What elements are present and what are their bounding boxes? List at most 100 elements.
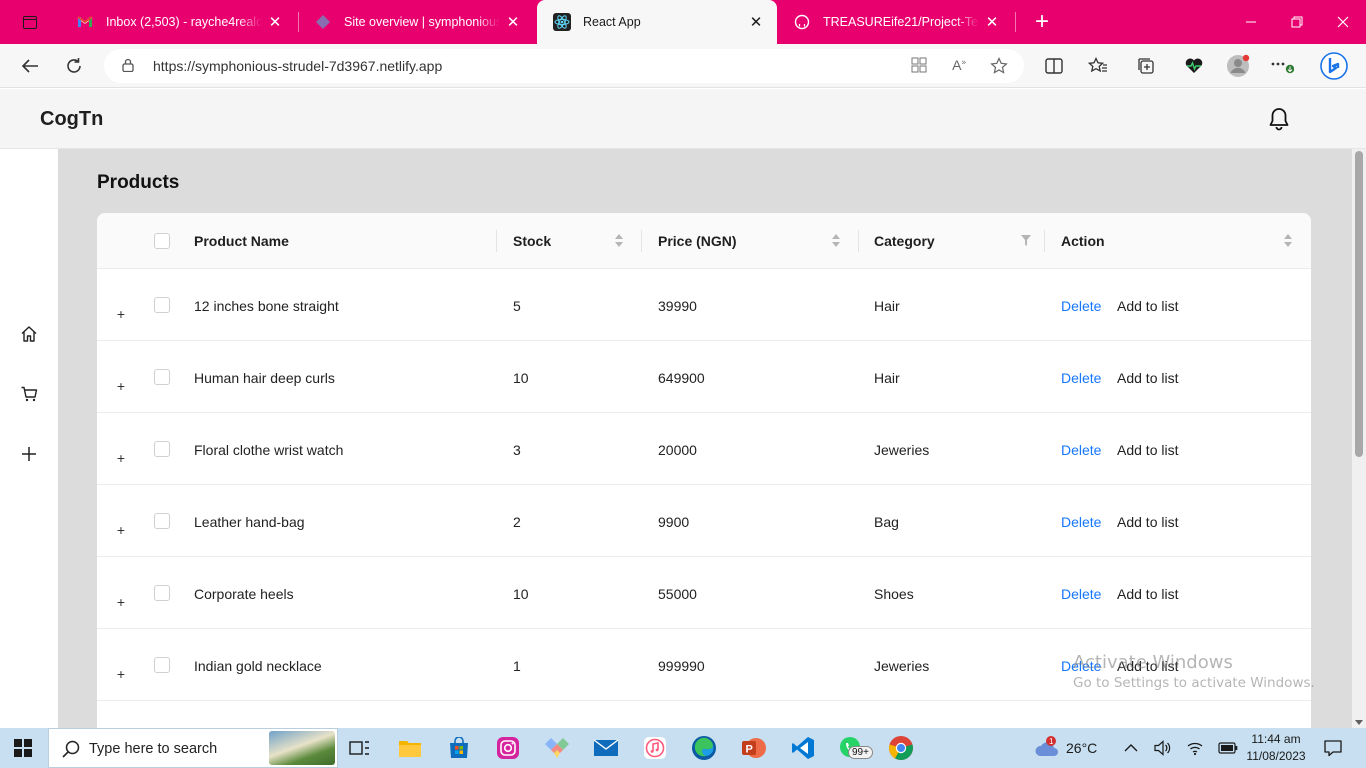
row-checkbox[interactable]: [154, 513, 170, 529]
add-to-list-link[interactable]: Add to list: [1117, 370, 1178, 386]
column-header-stock[interactable]: Stock: [513, 213, 551, 269]
column-header-action[interactable]: Action: [1061, 213, 1105, 269]
close-window-icon[interactable]: [1320, 0, 1366, 44]
close-tab-icon[interactable]: ✕: [262, 13, 288, 31]
expand-row-icon[interactable]: +: [114, 523, 128, 537]
microsoft-store-icon[interactable]: [445, 734, 473, 762]
column-header-price[interactable]: Price (NGN): [658, 213, 737, 269]
row-checkbox[interactable]: [154, 585, 170, 601]
system-clock[interactable]: 11:44 am 11/08/2023: [1236, 731, 1316, 765]
volume-icon[interactable]: [1154, 728, 1172, 768]
instagram-icon[interactable]: [494, 734, 522, 762]
favorites-icon[interactable]: [1085, 52, 1111, 80]
home-icon[interactable]: [19, 324, 39, 344]
more-menu-icon[interactable]: [1269, 52, 1295, 80]
delete-link[interactable]: Delete: [1061, 586, 1101, 602]
sidebar: [0, 149, 58, 728]
sort-price-icon[interactable]: [832, 234, 841, 248]
network-icon[interactable]: [1186, 728, 1204, 768]
category-cell: Hair: [874, 370, 900, 386]
file-explorer-icon[interactable]: [396, 734, 424, 762]
tab-react-app[interactable]: React App ✕: [537, 0, 777, 44]
url-text[interactable]: https://symphonious-strudel-7d3967.netli…: [153, 58, 442, 74]
bing-copilot-icon[interactable]: [1318, 50, 1350, 82]
vertical-scrollbar[interactable]: [1352, 149, 1366, 728]
vscode-icon[interactable]: [789, 734, 817, 762]
apps-icon[interactable]: [908, 57, 930, 75]
product-name-cell: Floral clothe wrist watch: [194, 442, 344, 458]
stock-cell: 3: [513, 442, 521, 458]
expand-row-icon[interactable]: +: [114, 667, 128, 681]
cart-icon[interactable]: [19, 384, 39, 404]
row-checkbox[interactable]: [154, 369, 170, 385]
mail-icon[interactable]: [592, 734, 620, 762]
price-cell: 9900: [658, 514, 690, 530]
tab-netlify[interactable]: Site overview | symphonious-strudel-7d39…: [298, 0, 534, 44]
scrollbar-thumb[interactable]: [1355, 151, 1363, 457]
add-product-icon[interactable]: [19, 444, 39, 464]
favorite-star-icon[interactable]: [988, 57, 1010, 75]
select-all-checkbox[interactable]: [154, 233, 170, 249]
add-to-list-link[interactable]: Add to list: [1117, 298, 1178, 314]
show-hidden-icons[interactable]: [1124, 728, 1138, 768]
delete-link[interactable]: Delete: [1061, 370, 1101, 386]
delete-link[interactable]: Delete: [1061, 298, 1101, 314]
delete-link[interactable]: Delete: [1061, 514, 1101, 530]
stock-cell: 5: [513, 298, 521, 314]
refresh-icon[interactable]: [58, 52, 90, 80]
table-row: + Floral clothe wrist watch 3 20000 Jewe…: [97, 413, 1311, 485]
collections-icon[interactable]: [1133, 52, 1159, 80]
profile-avatar[interactable]: [1225, 52, 1251, 80]
row-checkbox[interactable]: [154, 441, 170, 457]
heartbeat-extension-icon[interactable]: [1181, 52, 1207, 80]
restore-icon[interactable]: [1274, 0, 1320, 44]
expand-row-icon[interactable]: +: [114, 379, 128, 393]
expand-row-icon[interactable]: +: [114, 451, 128, 465]
address-bar[interactable]: https://symphonious-strudel-7d3967.netli…: [104, 49, 1024, 83]
close-tab-icon[interactable]: ✕: [743, 13, 769, 31]
add-to-list-link[interactable]: Add to list: [1117, 442, 1178, 458]
itunes-icon[interactable]: [641, 734, 669, 762]
close-tab-icon[interactable]: ✕: [500, 13, 526, 31]
column-divider: [1044, 230, 1045, 252]
page-title: Products: [97, 172, 180, 193]
notification-bell-icon[interactable]: [1268, 107, 1290, 131]
tab-gmail[interactable]: Inbox (2,503) - rayche4realdev@gmail.com…: [60, 0, 296, 44]
notifications-icon[interactable]: [1324, 728, 1342, 768]
whatsapp-icon[interactable]: 99+: [838, 734, 873, 762]
edge-browser-icon[interactable]: [690, 734, 718, 762]
row-checkbox[interactable]: [154, 657, 170, 673]
windows-start-icon[interactable]: [14, 739, 32, 757]
task-view-icon[interactable]: [346, 734, 374, 762]
weather-badge: 1: [1049, 737, 1054, 746]
scroll-down-arrow-icon[interactable]: [1355, 720, 1363, 725]
chrome-icon[interactable]: [887, 734, 915, 762]
battery-icon[interactable]: [1218, 728, 1238, 768]
read-aloud-icon[interactable]: A»: [948, 57, 970, 75]
tab-actions-icon[interactable]: [14, 12, 46, 32]
tab-github[interactable]: TREASUREife21/Project-Team-1 ✕: [777, 0, 1013, 44]
row-checkbox[interactable]: [154, 297, 170, 313]
sort-stock-icon[interactable]: [615, 234, 624, 248]
delete-link[interactable]: Delete: [1061, 442, 1101, 458]
add-to-list-link[interactable]: Add to list: [1117, 586, 1178, 602]
new-tab-icon[interactable]: +: [1030, 8, 1054, 36]
add-to-list-link[interactable]: Add to list: [1117, 514, 1178, 530]
powerpoint-icon[interactable]: P: [740, 734, 768, 762]
github-icon: [793, 13, 811, 31]
sort-action-icon[interactable]: [1284, 234, 1293, 248]
filter-category-icon[interactable]: [1021, 235, 1031, 246]
back-icon[interactable]: [14, 52, 46, 80]
price-cell: 39990: [658, 298, 697, 314]
expand-row-icon[interactable]: +: [114, 307, 128, 321]
split-screen-icon[interactable]: [1041, 52, 1067, 80]
minimize-icon[interactable]: [1228, 0, 1274, 44]
app-shapes-icon[interactable]: [543, 734, 571, 762]
weather-widget[interactable]: 1 26°C: [1034, 728, 1097, 768]
search-highlight-image: [269, 731, 335, 765]
brand-logo[interactable]: CogTn: [40, 108, 103, 131]
close-tab-icon[interactable]: ✕: [979, 13, 1005, 31]
expand-row-icon[interactable]: +: [114, 595, 128, 609]
taskbar-search[interactable]: Type here to search: [48, 728, 338, 768]
clock-time: 11:44 am: [1251, 732, 1301, 746]
